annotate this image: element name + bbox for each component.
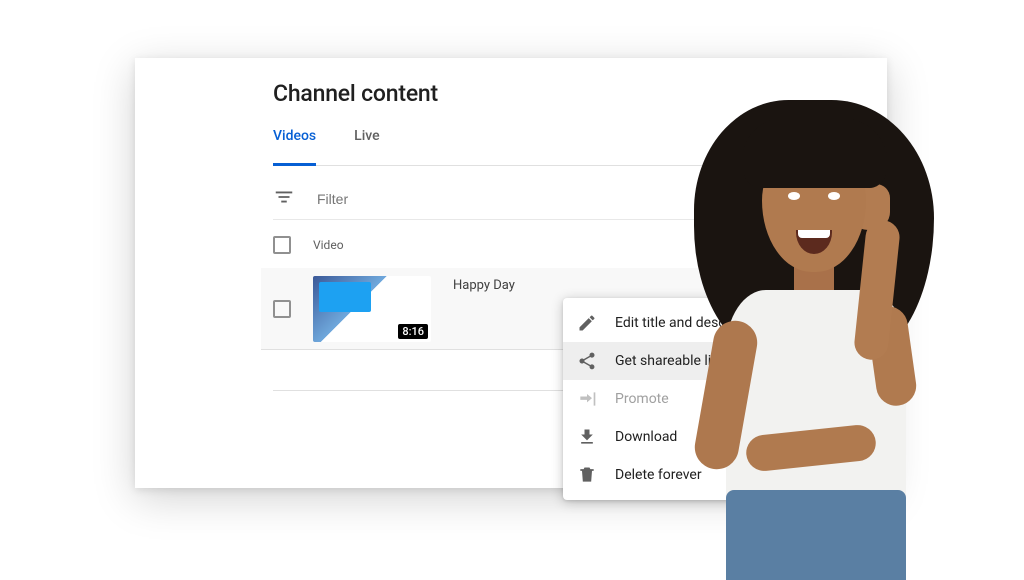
tab-live[interactable]: Live bbox=[354, 128, 379, 165]
video-thumbnail[interactable]: 8:16 bbox=[313, 276, 431, 342]
column-video-label: Video bbox=[313, 238, 344, 252]
select-all-checkbox[interactable] bbox=[273, 236, 291, 254]
pencil-icon bbox=[577, 313, 597, 333]
tab-videos[interactable]: Videos bbox=[273, 128, 316, 165]
filter-input[interactable] bbox=[317, 191, 617, 207]
share-icon bbox=[577, 351, 597, 371]
video-duration: 8:16 bbox=[398, 324, 428, 339]
page-title: Channel content bbox=[273, 80, 438, 107]
trash-icon bbox=[577, 465, 597, 485]
decorative-person-illustration bbox=[654, 100, 964, 576]
download-icon bbox=[577, 427, 597, 447]
video-title: Happy Day bbox=[453, 278, 515, 293]
row-checkbox[interactable] bbox=[273, 300, 291, 318]
filter-icon[interactable] bbox=[273, 186, 295, 212]
megaphone-icon bbox=[577, 389, 597, 409]
